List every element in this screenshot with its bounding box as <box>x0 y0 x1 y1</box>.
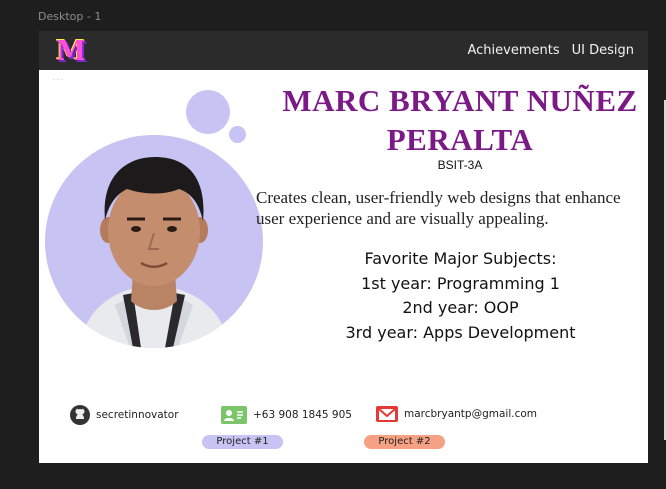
email-address: marcbryantp@gmail.com <box>404 408 538 420</box>
project-1-button[interactable]: Project #1 <box>202 435 283 449</box>
portrait-illustration <box>80 157 229 348</box>
profile-photo <box>45 135 263 348</box>
profile-section: BSIT-3A <box>437 158 483 172</box>
nav-ui-design[interactable]: UI Design <box>572 43 634 58</box>
mail-icon <box>376 406 398 422</box>
tagline-line-1: Creates clean, user-friendly web designs… <box>256 188 621 207</box>
nav-links: Achievements UI Design <box>468 43 635 58</box>
desktop-frame: M Achievements UI Design - - - MARC BRYA… <box>39 31 648 463</box>
profile-tagline: Creates clean, user-friendly web designs… <box>256 187 648 229</box>
subject-item: 2nd year: OOP <box>402 298 519 317</box>
github-icon <box>70 405 90 425</box>
subject-item: 3rd year: Apps Development <box>345 322 576 342</box>
decor-bubble-large <box>186 90 230 134</box>
subjects-heading: Favorite Major Subjects: <box>364 249 557 268</box>
contact-phone[interactable]: +63 908 1845 905 <box>221 406 352 424</box>
github-username: secretinnovator <box>96 409 179 421</box>
navbar: M Achievements UI Design <box>39 31 648 70</box>
contact-github[interactable]: secretinnovator <box>70 405 179 425</box>
contact-email[interactable]: marcbryantp@gmail.com <box>376 406 537 422</box>
frame-label: Desktop - 1 <box>38 10 102 23</box>
contact-card-icon <box>221 406 247 424</box>
phone-number: +63 908 1845 905 <box>253 409 352 421</box>
subject-item: 1st year: Programming 1 <box>361 273 560 293</box>
project-2-button[interactable]: Project #2 <box>364 435 445 449</box>
nav-achievements[interactable]: Achievements <box>468 43 560 58</box>
logo[interactable]: M <box>56 37 90 67</box>
profile-name: MARC BRYANT NUÑEZ PERALTA <box>282 83 638 157</box>
tagline-line-2: user experience and are visually appeali… <box>256 209 549 228</box>
favorite-subjects: Favorite Major Subjects: 1st year: Progr… <box>294 247 627 345</box>
decor-dots: - - - <box>53 77 63 83</box>
